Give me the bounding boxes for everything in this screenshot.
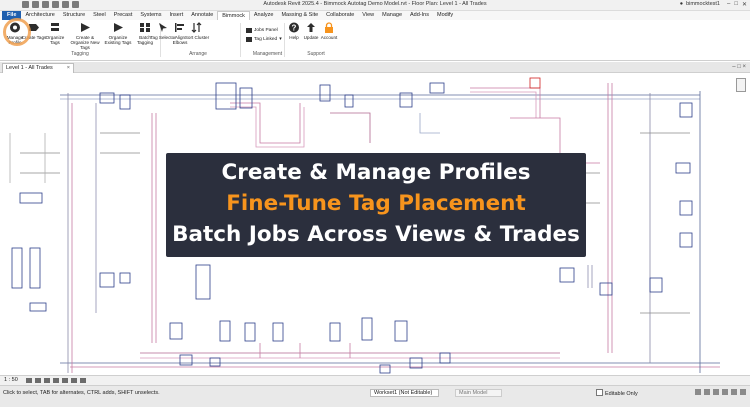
revit-window: Autodesk Revit 2025.4 - Bimmock Autotag … (0, 0, 750, 407)
tab-architecture[interactable]: Architecture (21, 11, 58, 20)
tab-add-ins[interactable]: Add-Ins (406, 11, 433, 20)
user-name: bimmocktest1 (686, 1, 720, 7)
sort-cluster-label: Sort Cluster (184, 35, 210, 40)
tag-linked-button[interactable]: Tag Linked ▾ (246, 37, 282, 42)
filter-icon[interactable] (740, 389, 746, 395)
view-control-icons (26, 378, 86, 383)
create-organize-new-tags-button[interactable]: Create & Organize New Tags (66, 21, 104, 50)
tab-massing-site[interactable]: Massing & Site (277, 11, 322, 20)
crop-view-icon[interactable] (62, 378, 68, 383)
organize-existing-tags-button[interactable]: Organize Existing Tags (104, 21, 132, 45)
overlay-line-batch-jobs: Batch Jobs Across Views & Trades (172, 222, 580, 247)
ribbon-panel: Manage Profile Create Tags Organize Tags… (0, 20, 750, 61)
navigation-bar[interactable] (736, 78, 746, 92)
status-hint: Click to select, TAB for alternates, CTR… (3, 390, 160, 396)
design-option-selector[interactable]: Main Model (455, 389, 503, 397)
tab-insert[interactable]: Insert (165, 11, 187, 20)
sort-cluster-button[interactable]: Sort Cluster (184, 21, 210, 40)
tab-steel[interactable]: Steel (89, 11, 110, 20)
reveal-hidden-icon[interactable] (80, 378, 86, 383)
select-links-icon[interactable] (695, 389, 701, 395)
visual-style-icon[interactable] (35, 378, 41, 383)
overlay-line-profiles: Create & Manage Profiles (221, 160, 531, 185)
svg-text:?: ? (292, 24, 297, 33)
shadows-icon[interactable] (53, 378, 59, 383)
feature-overlay-banner: Create & Manage Profiles Fine-Tune Tag P… (166, 153, 586, 257)
overlay-line-tag-placement: Fine-Tune Tag Placement (226, 191, 526, 216)
maximize-icon[interactable]: □ (734, 1, 738, 8)
tab-systems[interactable]: Systems (136, 11, 165, 20)
drag-elements-icon[interactable] (731, 389, 737, 395)
organize-icon (51, 23, 59, 31)
tab-level-1-all-trades[interactable]: Level 1 - All Trades × (2, 63, 74, 73)
sun-path-icon[interactable] (44, 378, 50, 383)
highlight-circle (3, 18, 31, 46)
select-pinned-icon[interactable] (713, 389, 719, 395)
select-underlay-icon[interactable] (704, 389, 710, 395)
organize-tags-label: Organize Tags (45, 35, 65, 45)
title-bar: Autodesk Revit 2025.4 - Bimmock Autotag … (0, 0, 750, 11)
sort-icon (191, 22, 202, 33)
help-icon: ? (289, 22, 299, 33)
close-view-icon[interactable]: × (67, 64, 70, 73)
window-controls: – □ ✕ (727, 1, 747, 8)
play-icon (114, 23, 123, 32)
lock-icon (325, 22, 333, 33)
group-tagging-label: Tagging (71, 51, 89, 57)
view-tab-label: Level 1 - All Trades (6, 65, 53, 71)
tag-linked-label: Tag Linked (254, 37, 278, 42)
jobs-panel-label: Jobs Panel (254, 28, 278, 33)
ribbon-tab-bar: File Architecture Structure Steel Precas… (0, 11, 750, 20)
editable-only-checkbox[interactable]: Editable Only (596, 389, 638, 397)
tab-modify[interactable]: Modify (433, 11, 457, 20)
jobs-panel-button[interactable]: Jobs Panel (246, 28, 278, 33)
view-control-bar: 1 : 50 (0, 375, 750, 385)
tab-structure[interactable]: Structure (59, 11, 89, 20)
update-icon (307, 23, 315, 32)
organize-tags-button[interactable]: Organize Tags (42, 21, 68, 45)
tab-annotate[interactable]: Annotate (187, 11, 217, 20)
selection-controls (695, 389, 746, 395)
account-label: Account (320, 35, 338, 40)
hide-isolate-icon[interactable] (71, 378, 77, 383)
tab-analyze[interactable]: Analyze (250, 11, 278, 20)
view-scale[interactable]: 1 : 50 (4, 377, 18, 383)
close-icon[interactable]: ✕ (742, 1, 747, 8)
account-button[interactable]: Account (318, 21, 340, 40)
status-bar: Click to select, TAB for alternates, CTR… (0, 385, 750, 407)
view-tab-strip: Level 1 - All Trades × – □ × (0, 62, 750, 73)
select-by-face-icon[interactable] (722, 389, 728, 395)
tab-collaborate[interactable]: Collaborate (322, 11, 358, 20)
window-title: Autodesk Revit 2025.4 - Bimmock Autotag … (263, 1, 487, 7)
user-icon: ● (679, 1, 684, 7)
organize-existing-label: Organize Existing Tags (104, 35, 132, 45)
detail-level-icon[interactable] (26, 378, 32, 383)
tab-bimmock[interactable]: Bimmock (217, 11, 250, 20)
group-support-label: Support (307, 51, 325, 57)
view-window-controls[interactable]: – □ × (732, 64, 746, 70)
play-icon (81, 23, 90, 32)
jobs-panel-icon (246, 28, 252, 33)
group-separator (240, 23, 241, 57)
group-arrange-label: Arrange (189, 51, 207, 57)
user-account[interactable]: ● bimmocktest1 (680, 1, 720, 7)
chevron-down-icon: ▾ (279, 37, 282, 42)
workset-selector[interactable]: Workset1 (Not Editable) (370, 389, 440, 397)
tag-linked-icon (246, 37, 252, 42)
create-organize-label: Create & Organize New Tags (70, 35, 100, 50)
tab-view[interactable]: View (358, 11, 378, 20)
minimize-icon[interactable]: – (727, 1, 730, 8)
tab-precast[interactable]: Precast (110, 11, 137, 20)
tab-manage[interactable]: Manage (378, 11, 406, 20)
